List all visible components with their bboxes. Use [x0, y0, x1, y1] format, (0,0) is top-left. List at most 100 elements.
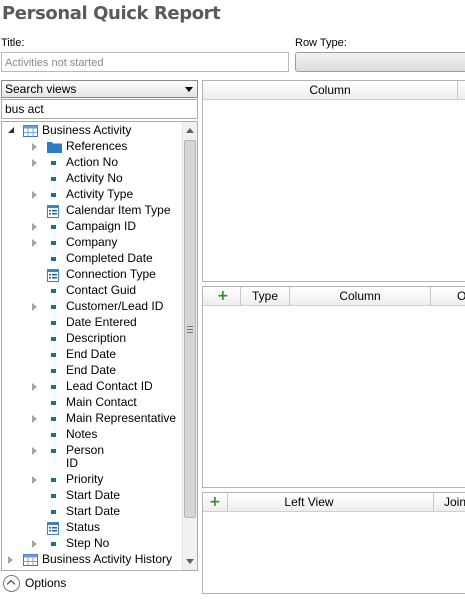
tree-item[interactable]: Main Representative [2, 411, 183, 427]
expand-icon[interactable] [32, 476, 37, 484]
column-header[interactable]: Column [203, 81, 457, 100]
expand-icon[interactable] [32, 191, 37, 199]
expand-icon[interactable] [32, 239, 37, 247]
tree-item[interactable]: Start Date [2, 488, 183, 504]
tree-item-label: Business Activity [42, 123, 132, 137]
scroll-down-icon[interactable] [186, 559, 194, 564]
tree-item[interactable]: End Date [2, 347, 183, 363]
tree-item[interactable]: Step No [2, 536, 183, 552]
tree-item-label: Business Activity Priority [42, 569, 172, 571]
tree-item[interactable]: Action No [2, 155, 183, 171]
expand-icon[interactable] [32, 383, 37, 391]
tree-item[interactable]: Company [2, 235, 183, 251]
tree-item[interactable]: Campaign ID [2, 219, 183, 235]
search-views-value: Search views [5, 82, 77, 96]
tree-item-label: Connection Type [66, 267, 156, 281]
tree-item-label: Activity No [66, 171, 123, 185]
expand-icon[interactable] [32, 415, 37, 423]
tree-item-label: Main Representative [66, 411, 177, 425]
tree-item-label: Customer/Lead ID [66, 299, 164, 313]
tree-item-label: Start Date [66, 488, 121, 502]
tree-item-label: References [66, 139, 128, 153]
view-tree[interactable]: Business Activity References Action No Acti… [1, 121, 198, 571]
list-icon [47, 205, 59, 218]
order-header[interactable]: O [431, 287, 465, 306]
folder-icon [47, 141, 62, 153]
field-icon [51, 417, 56, 421]
tree-item-label: Notes [66, 427, 98, 441]
field-icon [51, 225, 56, 229]
tree-item[interactable]: Notes [2, 427, 183, 443]
table-icon [23, 125, 38, 137]
tree-item-label: Business Activity History [42, 552, 173, 566]
tree-item[interactable]: Activity Type [2, 187, 183, 203]
field-icon [51, 433, 56, 437]
tree-item[interactable]: Connection Type [2, 267, 183, 283]
scroll-thumb[interactable] [184, 140, 196, 518]
field-icon [51, 369, 56, 373]
options-label: Options [25, 576, 67, 590]
list-icon [47, 269, 59, 282]
field-icon [51, 353, 56, 357]
tree-item[interactable]: Lead Contact ID [2, 379, 183, 395]
tree-item[interactable]: Main Contact [2, 395, 183, 411]
options-toggle[interactable]: Options [3, 574, 123, 594]
field-icon [51, 478, 56, 482]
tree-item[interactable]: Status [2, 520, 183, 536]
tree-item[interactable]: Contact Guid [2, 283, 183, 299]
expand-icon[interactable] [32, 447, 37, 455]
add-sort-icon[interactable]: + [217, 289, 229, 303]
tree-item[interactable]: Completed Date [2, 251, 183, 267]
joins-panel[interactable]: + Left View Join [202, 492, 465, 594]
tree-item-label: Activity Type [66, 187, 134, 201]
chevron-up-circle-icon [3, 575, 20, 592]
tree-item[interactable]: Business Activity History [2, 552, 183, 568]
join-header[interactable]: Join [434, 493, 465, 512]
sort-column-header[interactable]: Column [290, 287, 430, 306]
field-icon [51, 401, 56, 405]
add-join-icon[interactable]: + [209, 495, 221, 509]
type-header[interactable]: Type [241, 287, 289, 306]
tree-item[interactable]: Business Activity [2, 123, 183, 139]
rowtype-select[interactable] [295, 52, 465, 72]
tree-item[interactable]: Date Entered [2, 315, 183, 331]
tree-item[interactable]: Person ID [2, 443, 183, 471]
tree-item-label: End Date [66, 347, 117, 361]
title-label: Title: [1, 37, 25, 49]
expand-icon[interactable] [32, 159, 37, 167]
expand-icon[interactable] [8, 556, 13, 564]
tree-item[interactable]: Activity No [2, 171, 183, 187]
search-views-dropdown[interactable]: Search views [1, 80, 198, 98]
tree-item[interactable]: References [2, 139, 183, 155]
tree-item-label: Description [66, 331, 127, 345]
tree-item-label: Completed Date [66, 251, 153, 265]
field-icon [51, 241, 56, 245]
tree-item-label: End Date [66, 363, 117, 377]
tree-item[interactable]: Start Date [2, 504, 183, 520]
sort-panel[interactable]: + Type Column O [202, 286, 465, 488]
expand-icon[interactable] [32, 303, 37, 311]
tree-item-label-line2: ID [66, 456, 78, 470]
rowtype-label: Row Type: [295, 37, 347, 49]
tree-item-label: Step No [66, 536, 110, 550]
columns-panel[interactable]: Column [202, 80, 465, 282]
expand-icon[interactable] [32, 143, 37, 151]
joins-header: + Left View Join [203, 493, 465, 512]
left-view-header[interactable]: Left View [228, 493, 390, 512]
expand-icon[interactable] [32, 540, 37, 548]
columns-header: Column [203, 81, 465, 100]
tree-scrollbar[interactable] [182, 122, 197, 570]
tree-item[interactable]: Customer/Lead ID [2, 299, 183, 315]
collapse-icon[interactable] [8, 127, 14, 133]
tree-item-label: Start Date [66, 504, 121, 518]
list-icon [47, 522, 59, 535]
tree-item[interactable]: End Date [2, 363, 183, 379]
search-input[interactable]: bus act [1, 99, 198, 119]
expand-icon[interactable] [32, 223, 37, 231]
tree-item[interactable]: Business Activity Priority [2, 568, 183, 571]
tree-item[interactable]: Description [2, 331, 183, 347]
tree-item[interactable]: Priority [2, 472, 183, 488]
tree-item[interactable]: Calendar Item Type [2, 203, 183, 219]
title-input[interactable]: Activities not started [1, 52, 289, 72]
scroll-up-icon[interactable] [186, 128, 194, 133]
